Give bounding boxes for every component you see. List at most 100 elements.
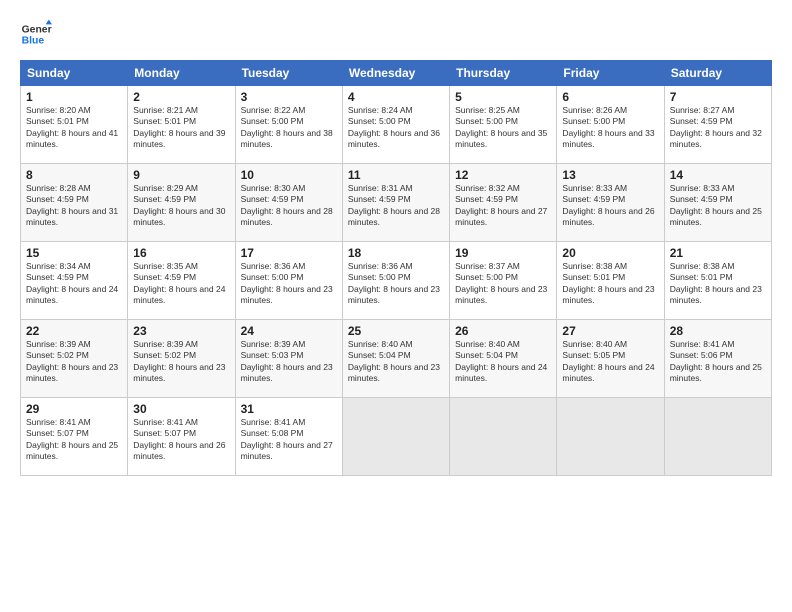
calendar-cell: 25 Sunrise: 8:40 AMSunset: 5:04 PMDaylig… bbox=[342, 320, 449, 398]
cell-details: Sunrise: 8:28 AMSunset: 4:59 PMDaylight:… bbox=[26, 183, 118, 227]
calendar-cell: 10 Sunrise: 8:30 AMSunset: 4:59 PMDaylig… bbox=[235, 164, 342, 242]
col-header-monday: Monday bbox=[128, 61, 235, 86]
calendar-cell: 18 Sunrise: 8:36 AMSunset: 5:00 PMDaylig… bbox=[342, 242, 449, 320]
calendar-cell: 5 Sunrise: 8:25 AMSunset: 5:00 PMDayligh… bbox=[450, 86, 557, 164]
calendar-cell: 23 Sunrise: 8:39 AMSunset: 5:02 PMDaylig… bbox=[128, 320, 235, 398]
calendar-cell: 21 Sunrise: 8:38 AMSunset: 5:01 PMDaylig… bbox=[664, 242, 771, 320]
day-number: 28 bbox=[670, 324, 766, 338]
cell-details: Sunrise: 8:40 AMSunset: 5:04 PMDaylight:… bbox=[455, 339, 547, 383]
col-header-tuesday: Tuesday bbox=[235, 61, 342, 86]
day-number: 4 bbox=[348, 90, 444, 104]
calendar-cell: 30 Sunrise: 8:41 AMSunset: 5:07 PMDaylig… bbox=[128, 398, 235, 476]
day-number: 23 bbox=[133, 324, 229, 338]
calendar-body: 1 Sunrise: 8:20 AMSunset: 5:01 PMDayligh… bbox=[21, 86, 772, 476]
calendar-cell: 24 Sunrise: 8:39 AMSunset: 5:03 PMDaylig… bbox=[235, 320, 342, 398]
cell-details: Sunrise: 8:20 AMSunset: 5:01 PMDaylight:… bbox=[26, 105, 118, 149]
day-number: 21 bbox=[670, 246, 766, 260]
day-number: 2 bbox=[133, 90, 229, 104]
cell-details: Sunrise: 8:31 AMSunset: 4:59 PMDaylight:… bbox=[348, 183, 440, 227]
day-number: 20 bbox=[562, 246, 658, 260]
col-header-sunday: Sunday bbox=[21, 61, 128, 86]
calendar-cell: 2 Sunrise: 8:21 AMSunset: 5:01 PMDayligh… bbox=[128, 86, 235, 164]
day-number: 13 bbox=[562, 168, 658, 182]
day-number: 16 bbox=[133, 246, 229, 260]
day-number: 3 bbox=[241, 90, 337, 104]
calendar-cell: 29 Sunrise: 8:41 AMSunset: 5:07 PMDaylig… bbox=[21, 398, 128, 476]
cell-details: Sunrise: 8:38 AMSunset: 5:01 PMDaylight:… bbox=[670, 261, 762, 305]
col-header-wednesday: Wednesday bbox=[342, 61, 449, 86]
day-number: 14 bbox=[670, 168, 766, 182]
svg-text:Blue: Blue bbox=[22, 36, 45, 47]
cell-details: Sunrise: 8:38 AMSunset: 5:01 PMDaylight:… bbox=[562, 261, 654, 305]
day-number: 22 bbox=[26, 324, 122, 338]
cell-details: Sunrise: 8:36 AMSunset: 5:00 PMDaylight:… bbox=[348, 261, 440, 305]
logo: General Blue bbox=[20, 18, 58, 50]
header: General Blue bbox=[20, 18, 772, 50]
calendar-cell: 12 Sunrise: 8:32 AMSunset: 4:59 PMDaylig… bbox=[450, 164, 557, 242]
calendar-cell: 13 Sunrise: 8:33 AMSunset: 4:59 PMDaylig… bbox=[557, 164, 664, 242]
cell-details: Sunrise: 8:35 AMSunset: 4:59 PMDaylight:… bbox=[133, 261, 225, 305]
col-header-saturday: Saturday bbox=[664, 61, 771, 86]
cell-details: Sunrise: 8:33 AMSunset: 4:59 PMDaylight:… bbox=[562, 183, 654, 227]
calendar-cell: 11 Sunrise: 8:31 AMSunset: 4:59 PMDaylig… bbox=[342, 164, 449, 242]
cell-details: Sunrise: 8:39 AMSunset: 5:02 PMDaylight:… bbox=[133, 339, 225, 383]
calendar-cell: 6 Sunrise: 8:26 AMSunset: 5:00 PMDayligh… bbox=[557, 86, 664, 164]
day-number: 12 bbox=[455, 168, 551, 182]
day-number: 11 bbox=[348, 168, 444, 182]
day-number: 18 bbox=[348, 246, 444, 260]
calendar-cell: 31 Sunrise: 8:41 AMSunset: 5:08 PMDaylig… bbox=[235, 398, 342, 476]
svg-text:General: General bbox=[22, 24, 52, 35]
cell-details: Sunrise: 8:40 AMSunset: 5:04 PMDaylight:… bbox=[348, 339, 440, 383]
day-number: 10 bbox=[241, 168, 337, 182]
cell-details: Sunrise: 8:41 AMSunset: 5:06 PMDaylight:… bbox=[670, 339, 762, 383]
day-number: 31 bbox=[241, 402, 337, 416]
calendar-cell: 7 Sunrise: 8:27 AMSunset: 4:59 PMDayligh… bbox=[664, 86, 771, 164]
calendar-cell: 22 Sunrise: 8:39 AMSunset: 5:02 PMDaylig… bbox=[21, 320, 128, 398]
calendar-cell: 9 Sunrise: 8:29 AMSunset: 4:59 PMDayligh… bbox=[128, 164, 235, 242]
day-number: 24 bbox=[241, 324, 337, 338]
day-number: 9 bbox=[133, 168, 229, 182]
cell-details: Sunrise: 8:32 AMSunset: 4:59 PMDaylight:… bbox=[455, 183, 547, 227]
calendar-cell: 16 Sunrise: 8:35 AMSunset: 4:59 PMDaylig… bbox=[128, 242, 235, 320]
calendar-cell: 27 Sunrise: 8:40 AMSunset: 5:05 PMDaylig… bbox=[557, 320, 664, 398]
calendar-cell bbox=[450, 398, 557, 476]
day-number: 25 bbox=[348, 324, 444, 338]
calendar-cell bbox=[664, 398, 771, 476]
day-number: 7 bbox=[670, 90, 766, 104]
calendar-cell: 3 Sunrise: 8:22 AMSunset: 5:00 PMDayligh… bbox=[235, 86, 342, 164]
day-number: 29 bbox=[26, 402, 122, 416]
day-number: 15 bbox=[26, 246, 122, 260]
week-row-3: 15 Sunrise: 8:34 AMSunset: 4:59 PMDaylig… bbox=[21, 242, 772, 320]
cell-details: Sunrise: 8:39 AMSunset: 5:02 PMDaylight:… bbox=[26, 339, 118, 383]
day-number: 5 bbox=[455, 90, 551, 104]
day-number: 17 bbox=[241, 246, 337, 260]
calendar-cell: 20 Sunrise: 8:38 AMSunset: 5:01 PMDaylig… bbox=[557, 242, 664, 320]
week-row-5: 29 Sunrise: 8:41 AMSunset: 5:07 PMDaylig… bbox=[21, 398, 772, 476]
calendar-cell: 14 Sunrise: 8:33 AMSunset: 4:59 PMDaylig… bbox=[664, 164, 771, 242]
day-number: 8 bbox=[26, 168, 122, 182]
calendar-cell: 28 Sunrise: 8:41 AMSunset: 5:06 PMDaylig… bbox=[664, 320, 771, 398]
week-row-2: 8 Sunrise: 8:28 AMSunset: 4:59 PMDayligh… bbox=[21, 164, 772, 242]
cell-details: Sunrise: 8:41 AMSunset: 5:07 PMDaylight:… bbox=[26, 417, 118, 461]
cell-details: Sunrise: 8:36 AMSunset: 5:00 PMDaylight:… bbox=[241, 261, 333, 305]
col-header-thursday: Thursday bbox=[450, 61, 557, 86]
cell-details: Sunrise: 8:25 AMSunset: 5:00 PMDaylight:… bbox=[455, 105, 547, 149]
cell-details: Sunrise: 8:39 AMSunset: 5:03 PMDaylight:… bbox=[241, 339, 333, 383]
week-row-4: 22 Sunrise: 8:39 AMSunset: 5:02 PMDaylig… bbox=[21, 320, 772, 398]
day-number: 19 bbox=[455, 246, 551, 260]
calendar-cell: 4 Sunrise: 8:24 AMSunset: 5:00 PMDayligh… bbox=[342, 86, 449, 164]
day-number: 6 bbox=[562, 90, 658, 104]
day-number: 30 bbox=[133, 402, 229, 416]
day-number: 26 bbox=[455, 324, 551, 338]
logo-icon: General Blue bbox=[20, 18, 52, 50]
cell-details: Sunrise: 8:30 AMSunset: 4:59 PMDaylight:… bbox=[241, 183, 333, 227]
cell-details: Sunrise: 8:21 AMSunset: 5:01 PMDaylight:… bbox=[133, 105, 225, 149]
calendar-cell: 17 Sunrise: 8:36 AMSunset: 5:00 PMDaylig… bbox=[235, 242, 342, 320]
cell-details: Sunrise: 8:29 AMSunset: 4:59 PMDaylight:… bbox=[133, 183, 225, 227]
calendar-cell: 8 Sunrise: 8:28 AMSunset: 4:59 PMDayligh… bbox=[21, 164, 128, 242]
calendar-table: SundayMondayTuesdayWednesdayThursdayFrid… bbox=[20, 60, 772, 476]
week-row-1: 1 Sunrise: 8:20 AMSunset: 5:01 PMDayligh… bbox=[21, 86, 772, 164]
cell-details: Sunrise: 8:37 AMSunset: 5:00 PMDaylight:… bbox=[455, 261, 547, 305]
day-number: 27 bbox=[562, 324, 658, 338]
calendar-cell: 26 Sunrise: 8:40 AMSunset: 5:04 PMDaylig… bbox=[450, 320, 557, 398]
